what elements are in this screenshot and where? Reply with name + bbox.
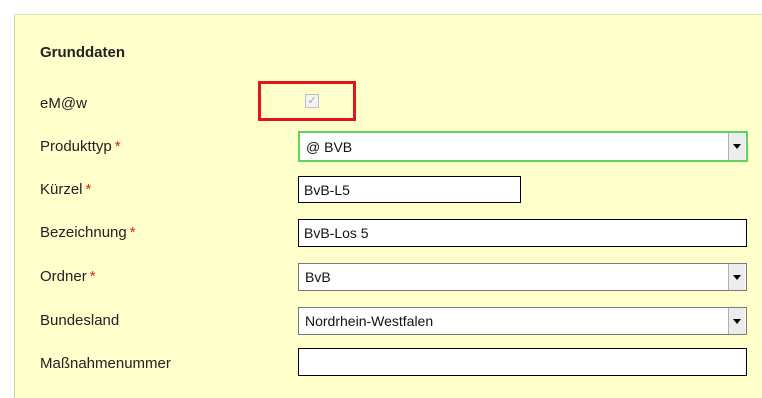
ordner-value: BvB — [305, 269, 331, 285]
bundesland-label: Bundesland — [40, 312, 119, 329]
section-title: Grunddaten — [40, 44, 125, 61]
required-marker: * — [89, 268, 96, 285]
bezeichnung-label-text: Bezeichnung — [40, 224, 127, 241]
produkttyp-label-text: Produkttyp — [40, 138, 112, 155]
massnahmenummer-input[interactable] — [298, 348, 747, 376]
bezeichnung-value: BvB-Los 5 — [304, 225, 369, 241]
chevron-down-icon[interactable] — [728, 133, 745, 160]
bezeichnung-input[interactable]: BvB-Los 5 — [298, 219, 747, 247]
checkmark-icon: ✓ — [307, 94, 317, 107]
grunddaten-panel — [14, 14, 762, 398]
kuerzel-label: Kürzel * — [40, 181, 91, 198]
emaw-label-text: eM@w — [40, 95, 87, 112]
bundesland-label-text: Bundesland — [40, 312, 120, 329]
ordner-label-text: Ordner — [40, 268, 87, 285]
kuerzel-value: BvB-L5 — [304, 181, 350, 198]
chevron-down-icon[interactable] — [728, 264, 745, 290]
bundesland-value: Nordrhein-Westfalen — [305, 313, 434, 329]
massnahmenummer-label: Maßnahmenummer — [40, 355, 171, 372]
ordner-label: Ordner * — [40, 268, 96, 285]
massnahmenummer-label-text: Maßnahmenummer — [40, 355, 171, 372]
bezeichnung-label: Bezeichnung * — [40, 224, 136, 241]
ordner-select[interactable]: BvB — [298, 263, 747, 291]
emaw-label: eM@w — [40, 95, 87, 112]
chevron-down-icon[interactable] — [728, 308, 745, 334]
emaw-checkbox[interactable]: ✓ — [305, 94, 319, 108]
required-marker: * — [129, 224, 136, 241]
required-marker: * — [114, 138, 121, 155]
required-marker: * — [85, 181, 92, 198]
kuerzel-label-text: Kürzel — [40, 181, 83, 198]
kuerzel-input[interactable]: BvB-L5 — [298, 176, 521, 203]
produkttyp-label: Produkttyp * — [40, 138, 121, 155]
produkttyp-value: @ BVB — [306, 138, 353, 155]
bundesland-select[interactable]: Nordrhein-Westfalen — [298, 307, 747, 335]
produkttyp-select[interactable]: @ BVB — [298, 131, 748, 162]
